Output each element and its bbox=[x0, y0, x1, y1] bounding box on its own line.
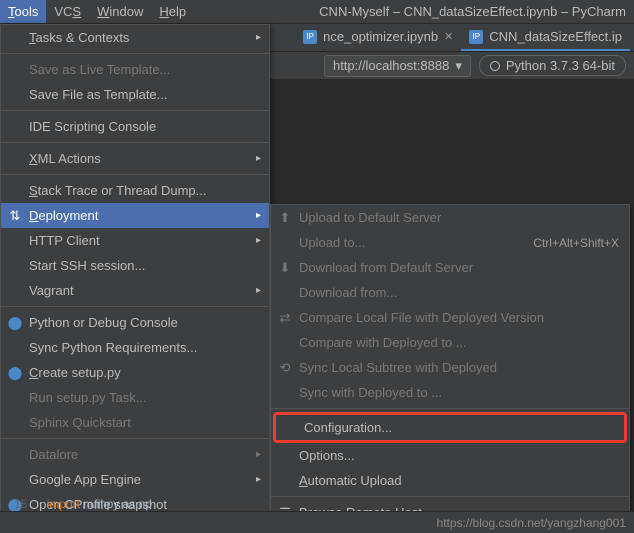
submenu-compare-file: ⇄Compare Local File with Deployed Versio… bbox=[271, 305, 629, 330]
separator bbox=[1, 110, 269, 111]
submenu-compare-with: Compare with Deployed to ... bbox=[271, 330, 629, 355]
separator bbox=[271, 496, 629, 497]
submenu-upload-to: Upload to...Ctrl+Alt+Shift+X bbox=[271, 230, 629, 255]
separator bbox=[1, 53, 269, 54]
line-number: 15 bbox=[14, 497, 27, 511]
chevron-right-icon: ▸ bbox=[256, 32, 261, 43]
menu-tasks-contexts[interactable]: Tasks & Contexts▸ bbox=[1, 25, 269, 50]
tab-label: CNN_dataSizeEffect.ip bbox=[489, 29, 622, 44]
chevron-right-icon: ▸ bbox=[256, 449, 261, 460]
python-icon: ⬤ bbox=[7, 315, 23, 331]
menu-create-setup[interactable]: ⬤Create setup.py bbox=[1, 360, 269, 385]
chevron-right-icon: ▸ bbox=[256, 153, 261, 164]
tab-label: nce_optimizer.ipynb bbox=[323, 29, 438, 44]
separator bbox=[271, 408, 629, 409]
ipynb-icon: IP bbox=[469, 30, 483, 44]
python-icon: ⬤ bbox=[7, 365, 23, 381]
menu-stack-trace[interactable]: Stack Trace or Thread Dump... bbox=[1, 178, 269, 203]
menu-datalore: Datalore▸ bbox=[1, 442, 269, 467]
server-selector[interactable]: http://localhost:8888 ▾ bbox=[324, 55, 471, 77]
menu-xml-actions[interactable]: XML Actions▸ bbox=[1, 146, 269, 171]
menu-google-app-engine[interactable]: Google App Engine▸ bbox=[1, 467, 269, 492]
download-icon: ⬇ bbox=[277, 260, 293, 276]
menu-window[interactable]: Window bbox=[89, 0, 151, 23]
menu-start-ssh[interactable]: Start SSH session... bbox=[1, 253, 269, 278]
separator bbox=[1, 306, 269, 307]
menu-tools[interactable]: Tools bbox=[0, 0, 46, 23]
menu-save-file-template[interactable]: Save File as Template... bbox=[1, 82, 269, 107]
tab-optimizer[interactable]: IP nce_optimizer.ipynb ✕ bbox=[295, 24, 461, 51]
submenu-sync-subtree: ⟲Sync Local Subtree with Deployed bbox=[271, 355, 629, 380]
menu-sphinx: Sphinx Quickstart bbox=[1, 410, 269, 435]
menu-save-live-template: Save as Live Template... bbox=[1, 57, 269, 82]
submenu-automatic-upload[interactable]: Automatic Upload bbox=[271, 468, 629, 493]
sync-icon: ⟲ bbox=[277, 360, 293, 376]
submenu-upload-default: ⬆Upload to Default Server bbox=[271, 205, 629, 230]
interpreter-label: Python 3.7.3 64-bit bbox=[506, 58, 615, 73]
separator bbox=[1, 142, 269, 143]
menu-vcs[interactable]: VCS bbox=[46, 0, 89, 23]
menu-python-console[interactable]: ⬤Python or Debug Console bbox=[1, 310, 269, 335]
watermark: https://blog.csdn.net/yangzhang001 bbox=[437, 516, 626, 530]
chevron-down-icon: ▾ bbox=[455, 58, 462, 74]
shortcut-label: Ctrl+Alt+Shift+X bbox=[533, 236, 619, 250]
deploy-icon: ⇅ bbox=[7, 208, 23, 224]
status-bar: https://blog.csdn.net/yangzhang001 bbox=[0, 511, 634, 533]
menu-help[interactable]: Help bbox=[151, 0, 194, 23]
window-title: CNN-Myself – CNN_dataSizeEffect.ipynb – … bbox=[319, 4, 634, 19]
compare-icon: ⇄ bbox=[277, 310, 293, 326]
chevron-right-icon: ▸ bbox=[256, 210, 261, 221]
deployment-submenu: ⬆Upload to Default Server Upload to...Ct… bbox=[270, 204, 630, 526]
ipynb-icon: IP bbox=[303, 30, 317, 44]
keyword: import bbox=[47, 497, 80, 511]
upload-icon: ⬆ bbox=[277, 210, 293, 226]
separator bbox=[1, 438, 269, 439]
code-text: numpy as np bbox=[80, 497, 152, 511]
interpreter-selector[interactable]: Python 3.7.3 64-bit bbox=[479, 55, 626, 76]
submenu-download-default: ⬇Download from Default Server bbox=[271, 255, 629, 280]
menu-sync-requirements[interactable]: Sync Python Requirements... bbox=[1, 335, 269, 360]
submenu-options[interactable]: Options... bbox=[271, 443, 629, 468]
editor-line: 15 import numpy as np bbox=[14, 497, 152, 511]
close-icon[interactable]: ✕ bbox=[444, 30, 453, 43]
circle-icon bbox=[490, 61, 500, 71]
menu-ide-scripting[interactable]: IDE Scripting Console bbox=[1, 114, 269, 139]
menu-deployment[interactable]: ⇅Deployment▸ bbox=[1, 203, 269, 228]
menu-vagrant[interactable]: Vagrant▸ bbox=[1, 278, 269, 303]
chevron-right-icon: ▸ bbox=[256, 474, 261, 485]
highlight-annotation: Configuration... bbox=[273, 412, 627, 443]
submenu-configuration[interactable]: Configuration... bbox=[276, 415, 624, 440]
tools-menu-popup: Tasks & Contexts▸ Save as Live Template.… bbox=[0, 24, 270, 518]
server-url: http://localhost:8888 bbox=[333, 58, 449, 73]
tab-datasize[interactable]: IP CNN_dataSizeEffect.ip bbox=[461, 24, 630, 51]
main-menubar: Tools VCS Window Help CNN-Myself – CNN_d… bbox=[0, 0, 634, 24]
separator bbox=[1, 174, 269, 175]
submenu-download-from: Download from... bbox=[271, 280, 629, 305]
submenu-sync-with: Sync with Deployed to ... bbox=[271, 380, 629, 405]
chevron-right-icon: ▸ bbox=[256, 285, 261, 296]
chevron-right-icon: ▸ bbox=[256, 235, 261, 246]
menu-http-client[interactable]: HTTP Client▸ bbox=[1, 228, 269, 253]
menu-run-setup: Run setup.py Task... bbox=[1, 385, 269, 410]
